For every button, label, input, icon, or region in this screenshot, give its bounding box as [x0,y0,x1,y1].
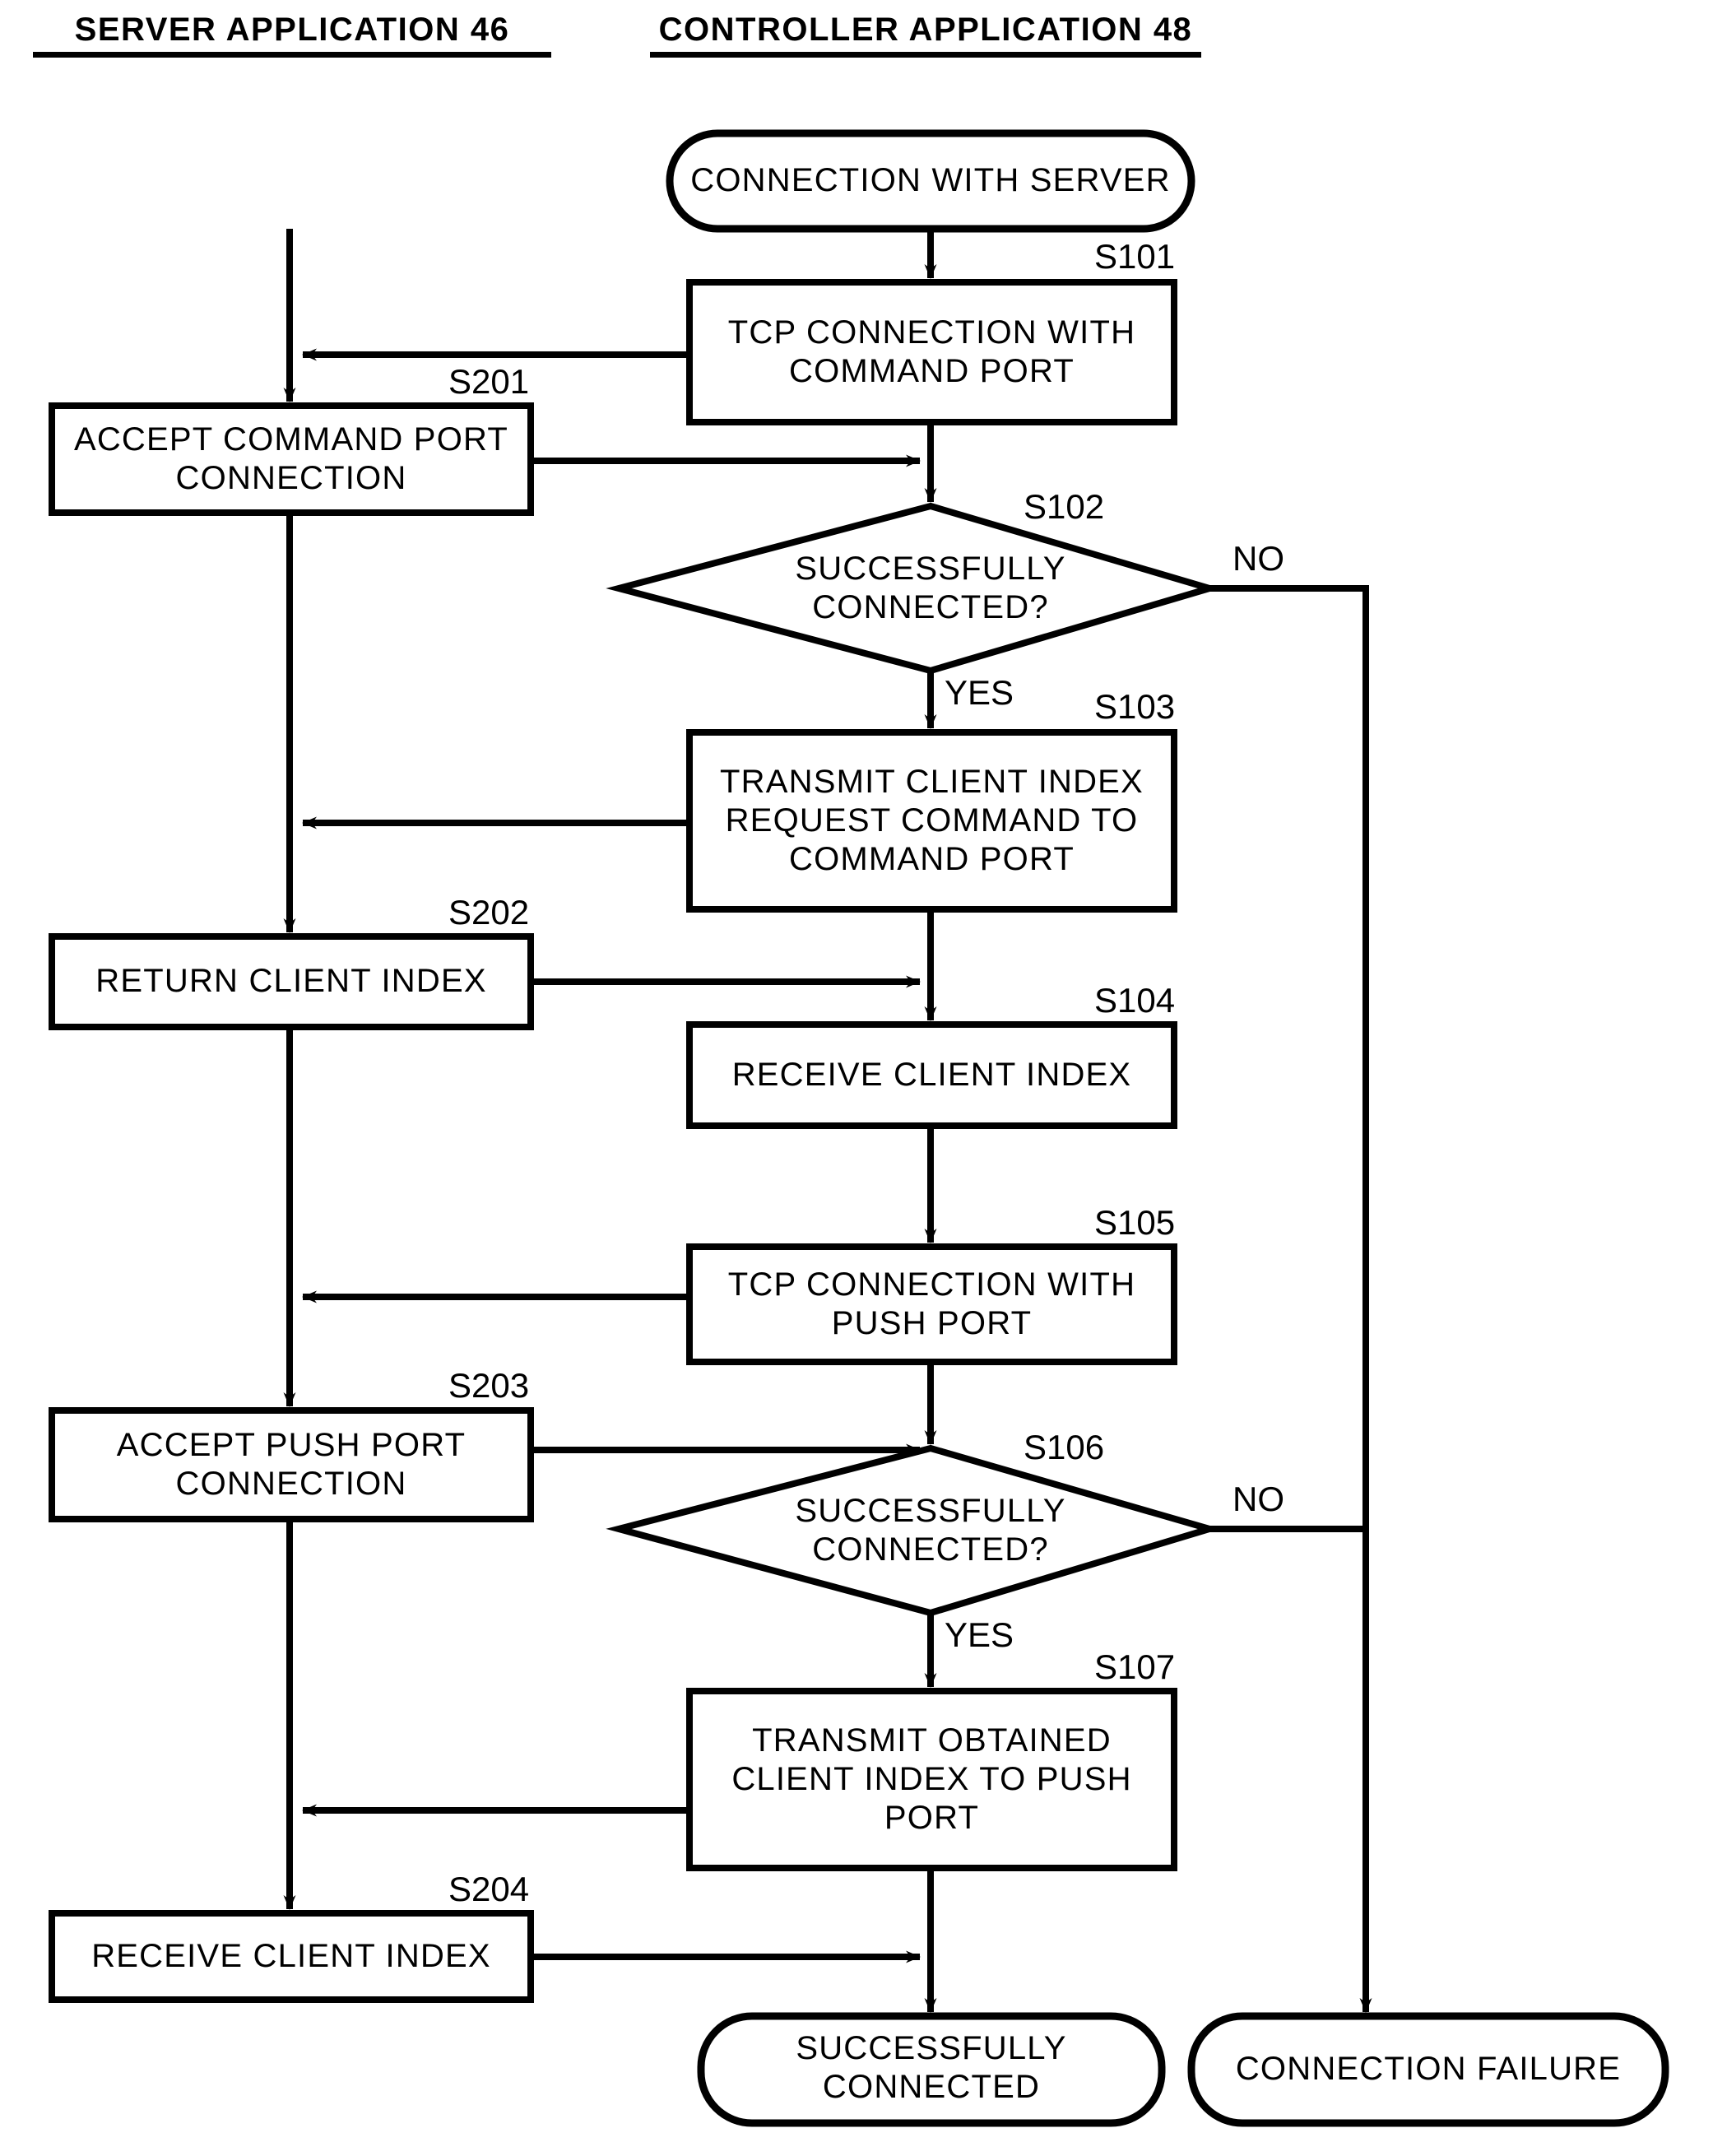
node-s102 [606,502,1222,675]
column-header-server: SERVER APPLICATION 46 [33,12,551,58]
step-id-s104: S104 [1094,981,1176,1020]
step-id-s103: S103 [1094,687,1176,726]
node-s204 [49,1910,534,2003]
flowchart-vector-layer [49,129,1669,2127]
node-s103 [686,729,1177,913]
no-branch-routing [1209,585,1372,2013]
flowchart-figure: SERVER APPLICATION 46 CONTROLLER APPLICA… [0,0,1713,2156]
branch-label-s102-no: NO [1233,539,1284,578]
node-s107 [686,1688,1177,1871]
branch-label-s106-no: NO [1233,1480,1284,1518]
cross-connectors-to-server [302,348,689,1817]
node-s104 [686,1021,1177,1129]
branch-label-s106-yes: YES [945,1615,1014,1654]
step-id-s202: S202 [448,893,530,932]
step-id-s102: S102 [1024,487,1105,526]
node-s201 [49,402,534,516]
node-s105 [686,1243,1177,1365]
column-header-controller: CONTROLLER APPLICATION 48 [650,12,1201,58]
node-s106 [606,1444,1222,1617]
step-id-s105: S105 [1094,1203,1176,1242]
node-start [666,129,1195,233]
step-id-s203: S203 [448,1366,530,1405]
branch-label-s102-yes: YES [945,673,1014,712]
step-id-s101: S101 [1094,237,1176,276]
node-s101 [686,279,1177,425]
step-id-s107: S107 [1094,1647,1176,1686]
step-id-s106: S106 [1024,1428,1105,1466]
node-end-success [697,2012,1166,2127]
step-id-s204: S204 [448,1870,530,1908]
node-s202 [49,933,534,1030]
node-s203 [49,1407,534,1522]
step-id-s201: S201 [448,362,530,401]
node-end-failure [1187,2012,1669,2127]
